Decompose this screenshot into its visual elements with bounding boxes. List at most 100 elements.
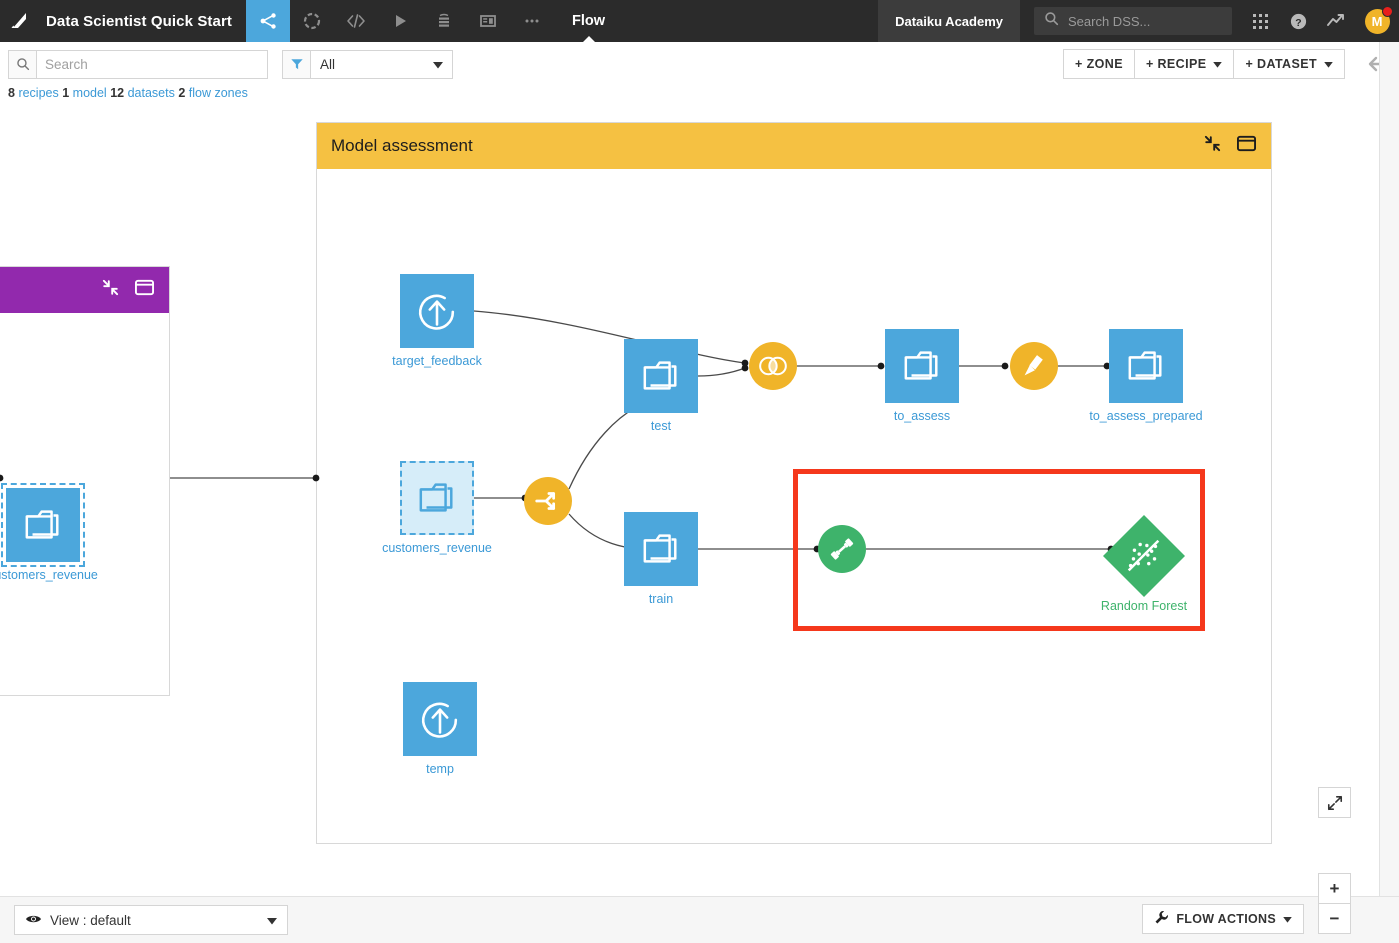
flow-icon[interactable] — [246, 0, 290, 42]
tab-flow-label: Flow — [572, 13, 606, 29]
zones-count: 2 — [178, 86, 186, 100]
node-train[interactable]: train — [624, 512, 698, 606]
datasets-link[interactable]: datasets — [128, 86, 175, 100]
dataiku-logo-icon[interactable] — [0, 0, 42, 42]
node-train-recipe[interactable] — [818, 525, 866, 573]
recipes-link[interactable]: recipes — [18, 86, 58, 100]
add-dataset-button[interactable]: + DATASET — [1233, 49, 1345, 79]
node-join-recipe[interactable] — [749, 342, 797, 390]
zoom-controls: + − — [1318, 873, 1351, 934]
dataset-icon[interactable] — [624, 339, 698, 413]
node-label: to_assess_prepared — [1089, 409, 1203, 423]
flow-canvas[interactable]: customers_revenue Model assessment — [0, 106, 1399, 896]
node-prepare-recipe[interactable] — [1010, 342, 1058, 390]
node-label: Random Forest — [1100, 599, 1188, 613]
flow-filter-value: All — [320, 56, 336, 72]
node-to-assess[interactable]: to_assess — [885, 329, 959, 423]
flow-zone-left-actions — [101, 278, 155, 302]
node-label: test — [650, 419, 672, 433]
dss-search-placeholder: Search DSS... — [1068, 13, 1151, 29]
node-customers-revenue-source[interactable]: customers_revenue — [0, 483, 98, 582]
chevron-down-icon — [433, 57, 443, 72]
flow-toolbar: All + ZONE + RECIPE + DATASET — [0, 42, 1399, 86]
code-icon[interactable] — [334, 0, 378, 42]
help-icon[interactable]: ? — [1279, 0, 1317, 42]
dataiku-flow-page: Data Scientist Quick Start Flow Dataiku … — [0, 0, 1399, 943]
window-icon[interactable] — [1236, 134, 1257, 158]
flow-zone-model-assessment[interactable]: Model assessment target_feedback test cu… — [316, 122, 1272, 844]
notification-badge — [1382, 6, 1393, 17]
window-icon[interactable] — [134, 278, 155, 302]
flow-zone-model-assessment-actions — [1203, 134, 1257, 158]
train-dumbbell-recipe-icon[interactable] — [818, 525, 866, 573]
flow-create-buttons: + ZONE + RECIPE + DATASET — [1063, 49, 1389, 79]
chevron-down-icon — [1324, 57, 1333, 71]
prepare-broom-recipe-icon[interactable] — [1010, 342, 1058, 390]
models-link[interactable]: model — [73, 86, 107, 100]
flow-zone-left-body: customers_revenue — [0, 313, 169, 695]
project-title[interactable]: Data Scientist Quick Start — [42, 13, 246, 30]
dataset-upload-icon[interactable] — [403, 682, 477, 756]
chevron-down-icon — [267, 913, 277, 928]
flow-zone-left[interactable]: customers_revenue — [0, 266, 170, 696]
flow-actions-button[interactable]: FLOW ACTIONS — [1142, 904, 1304, 934]
node-target-feedback[interactable]: target_feedback — [392, 274, 482, 368]
flow-view-select[interactable]: View : default — [14, 905, 288, 935]
add-recipe-label: + RECIPE — [1145, 57, 1207, 71]
lab-icon[interactable] — [290, 0, 334, 42]
trend-icon[interactable] — [1317, 0, 1355, 42]
zones-link[interactable]: flow zones — [189, 86, 248, 100]
node-label: customers_revenue — [0, 568, 98, 582]
node-customers-revenue[interactable]: customers_revenue — [382, 461, 492, 555]
flow-zone-model-assessment-title: Model assessment — [331, 136, 473, 155]
node-label: temp — [426, 762, 454, 776]
shared-dataset-icon[interactable] — [400, 461, 474, 535]
automation-play-icon[interactable] — [378, 0, 422, 42]
flow-zone-model-assessment-body: target_feedback test customers_revenue t… — [317, 169, 1271, 843]
svg-text:?: ? — [1295, 17, 1301, 28]
add-zone-label: + ZONE — [1075, 57, 1123, 71]
split-recipe-icon[interactable] — [524, 477, 572, 525]
flow-view-label: View : default — [50, 912, 131, 928]
dataiku-academy-button[interactable]: Dataiku Academy — [878, 0, 1020, 42]
join-recipe-icon[interactable] — [749, 342, 797, 390]
dss-search-input[interactable]: Search DSS... — [1034, 7, 1232, 35]
wrench-icon — [1154, 910, 1169, 928]
avatar[interactable]: M — [1355, 0, 1399, 42]
apps-grid-icon[interactable] — [1241, 0, 1279, 42]
node-random-forest-model[interactable]: Random Forest — [1101, 514, 1187, 613]
collapse-arrows-icon[interactable] — [101, 278, 120, 302]
top-nav-right-group: Dataiku Academy Search DSS... ? M — [878, 0, 1399, 42]
search-icon — [8, 49, 36, 79]
dashboard-icon[interactable] — [466, 0, 510, 42]
tab-flow[interactable]: Flow — [554, 0, 623, 43]
flow-search-input[interactable] — [36, 49, 268, 79]
more-ellipsis-icon[interactable] — [510, 0, 554, 42]
model-icon[interactable] — [1102, 514, 1186, 598]
dataset-icon[interactable] — [885, 329, 959, 403]
node-split-recipe[interactable] — [524, 477, 572, 525]
fit-to-screen-button[interactable] — [1318, 787, 1351, 818]
flow-item-counts: 8 recipes 1 model 12 datasets 2 flow zon… — [8, 86, 248, 100]
add-recipe-button[interactable]: + RECIPE — [1133, 49, 1235, 79]
add-zone-button[interactable]: + ZONE — [1063, 49, 1135, 79]
dataset-icon[interactable] — [1109, 329, 1183, 403]
flow-zone-left-header[interactable] — [0, 267, 169, 313]
dataset-upload-icon[interactable] — [400, 274, 474, 348]
right-scroll-rail[interactable] — [1379, 42, 1399, 943]
zoom-in-button[interactable]: + — [1318, 873, 1351, 904]
node-temp[interactable]: temp — [403, 682, 477, 776]
eye-icon — [25, 913, 42, 928]
jobs-icon[interactable] — [422, 0, 466, 42]
flow-zone-model-assessment-header[interactable]: Model assessment — [317, 123, 1271, 169]
flow-filter-select[interactable]: All — [310, 49, 453, 79]
collapse-arrows-icon[interactable] — [1203, 134, 1222, 158]
chevron-down-icon — [1283, 912, 1292, 926]
models-count: 1 — [62, 86, 70, 100]
flow-bottom-bar: View : default FLOW ACTIONS + − — [0, 873, 1399, 943]
dataset-icon[interactable] — [1, 483, 85, 567]
node-test[interactable]: test — [624, 339, 698, 433]
dataset-icon[interactable] — [624, 512, 698, 586]
node-to-assess-prepared[interactable]: to_assess_prepared — [1089, 329, 1203, 423]
zoom-out-button[interactable]: − — [1318, 903, 1351, 934]
